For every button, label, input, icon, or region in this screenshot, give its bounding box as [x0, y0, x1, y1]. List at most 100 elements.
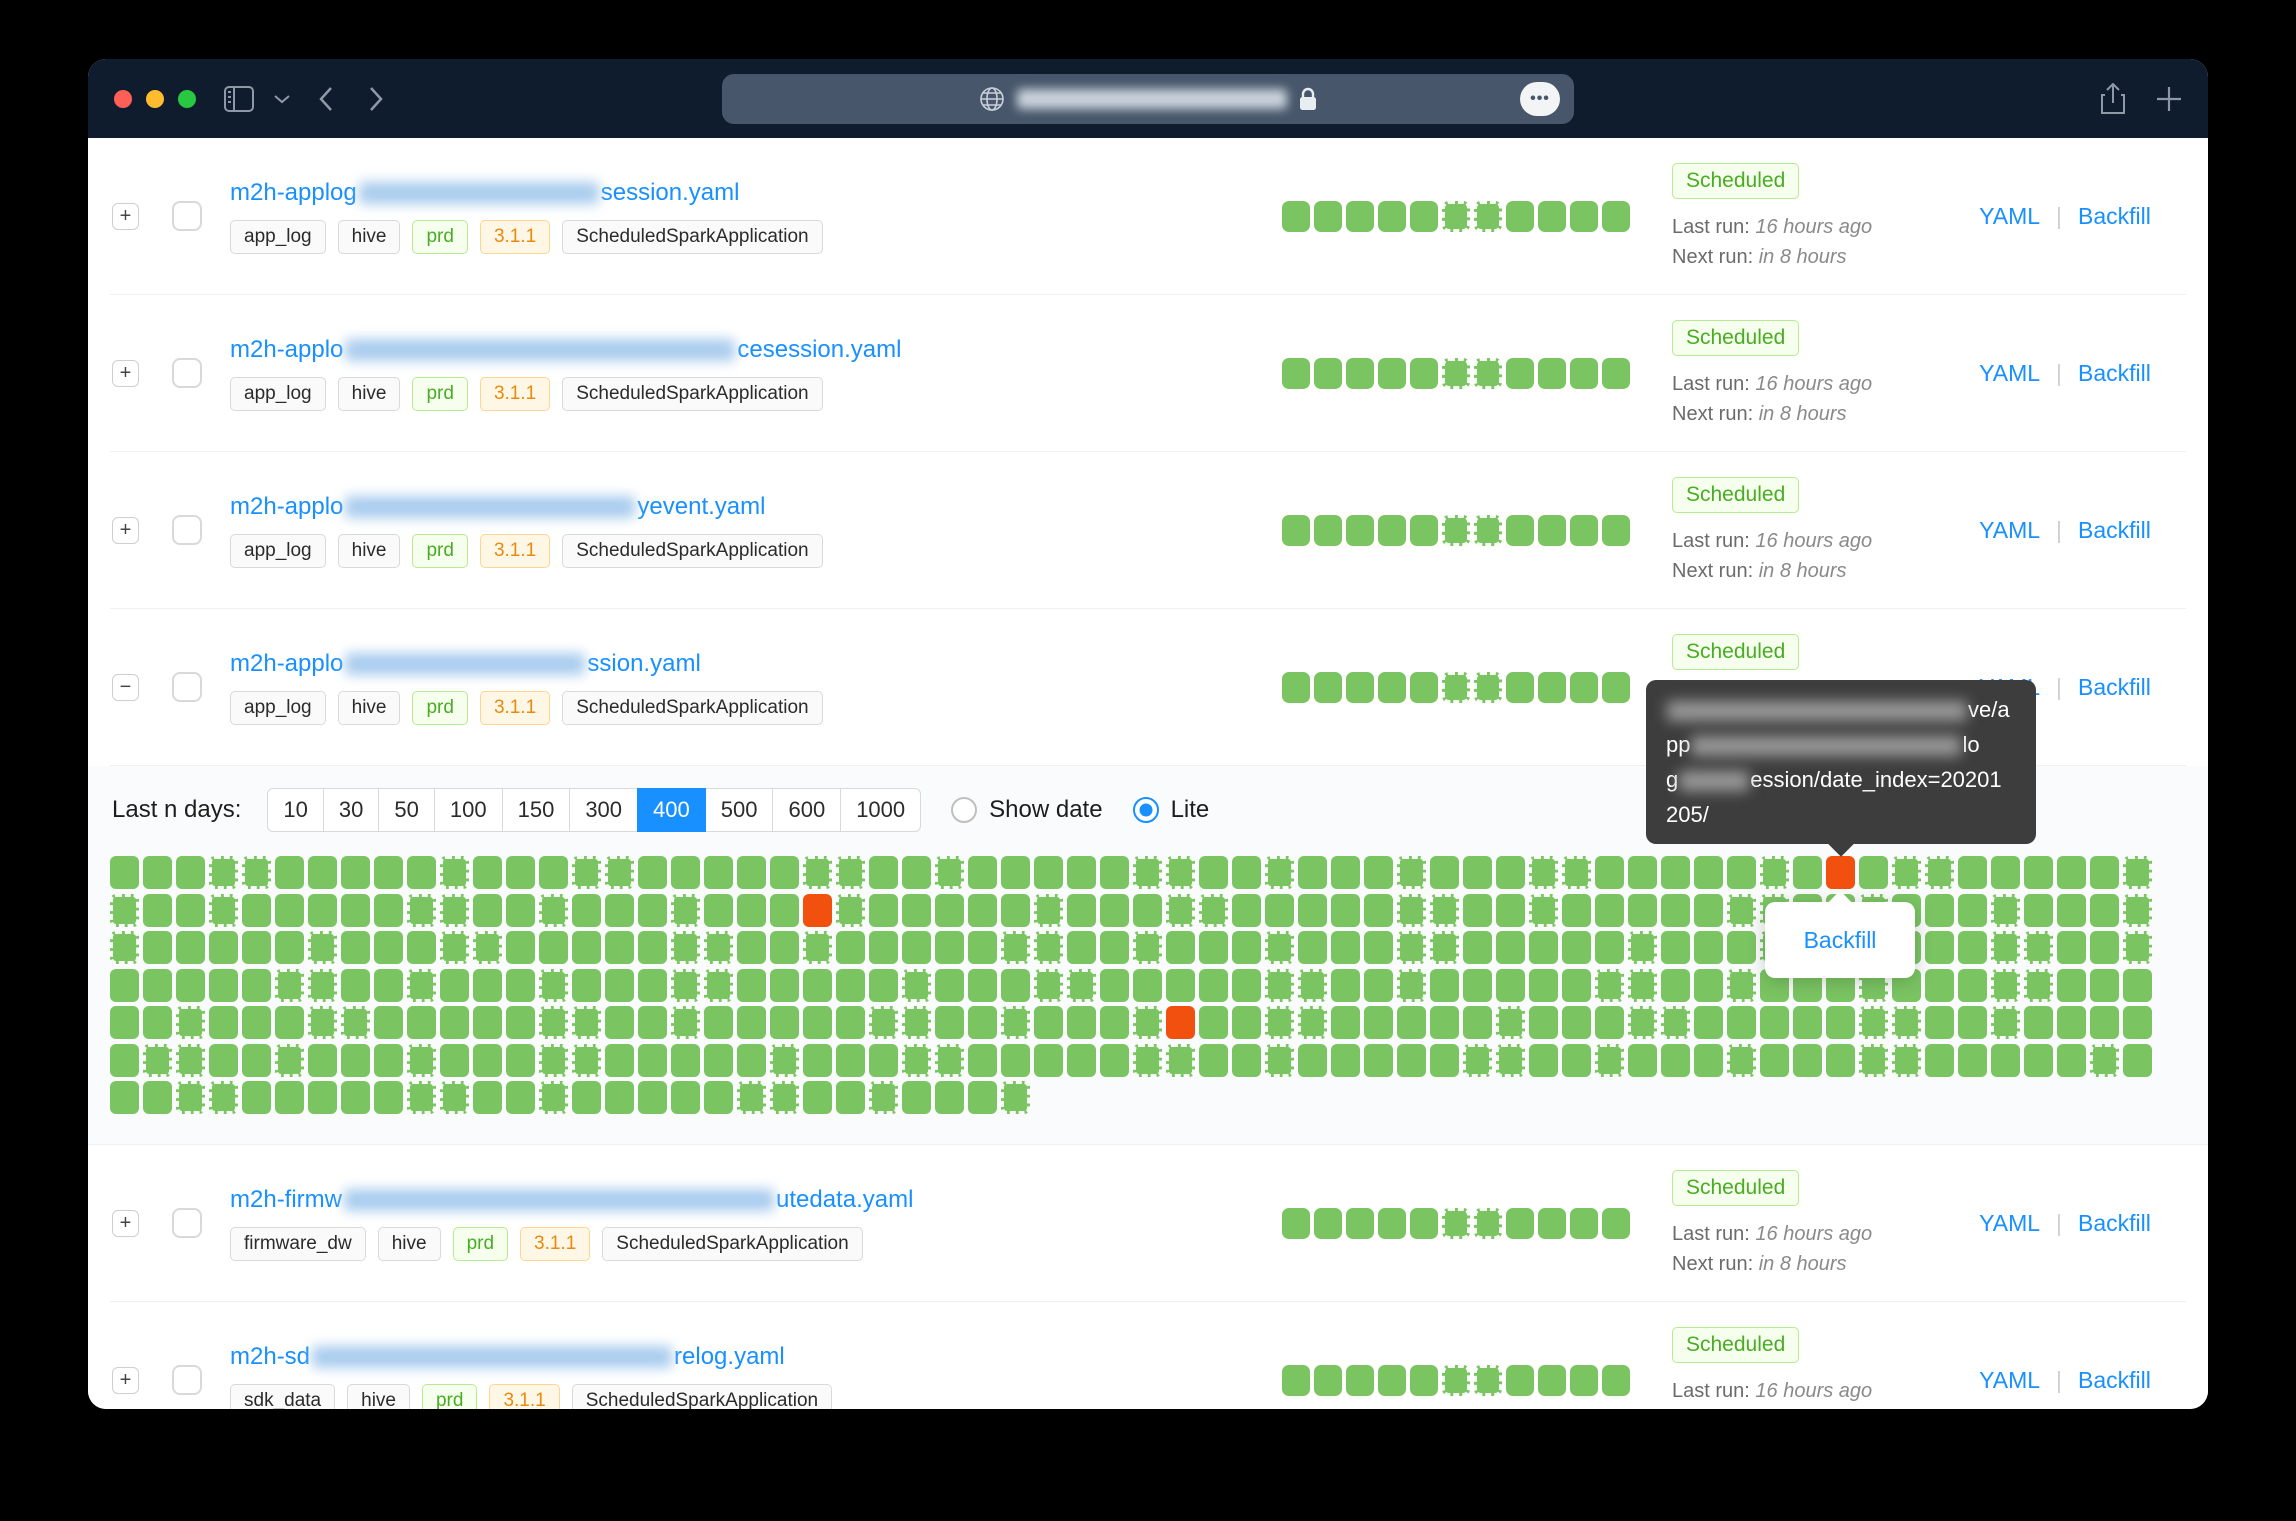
day-cell[interactable]	[1463, 894, 1492, 927]
day-cell[interactable]	[1538, 672, 1566, 703]
day-cell[interactable]	[935, 969, 964, 1002]
day-cell[interactable]	[407, 894, 436, 927]
day-cell[interactable]	[1034, 894, 1063, 927]
day-cell[interactable]	[539, 856, 568, 889]
day-cell[interactable]	[1346, 672, 1374, 703]
day-cell[interactable]	[506, 1081, 535, 1114]
day-cell[interactable]	[275, 1006, 304, 1039]
day-cell[interactable]	[242, 1044, 271, 1077]
day-cell[interactable]	[770, 1044, 799, 1077]
day-cell[interactable]	[1265, 931, 1294, 964]
day-cell[interactable]	[1166, 969, 1195, 1002]
row-checkbox[interactable]	[172, 201, 202, 231]
day-cell[interactable]	[1430, 1006, 1459, 1039]
day-cell[interactable]	[374, 1081, 403, 1114]
day-cell[interactable]	[1378, 515, 1406, 546]
day-cell[interactable]	[704, 969, 733, 1002]
row-title-link[interactable]: m2h-applogsession.yaml	[230, 179, 1282, 207]
day-range-button-100[interactable]: 100	[434, 788, 503, 832]
day-cell[interactable]	[1958, 856, 1987, 889]
day-cell[interactable]	[671, 1006, 700, 1039]
day-cell[interactable]	[1474, 1208, 1502, 1239]
day-cell[interactable]	[308, 931, 337, 964]
day-cell[interactable]	[1506, 201, 1534, 232]
day-cell[interactable]	[803, 969, 832, 1002]
day-cell-failed[interactable]	[1166, 1006, 1195, 1039]
radio-show-date[interactable]: Show date	[951, 796, 1102, 824]
day-cell[interactable]	[1100, 931, 1129, 964]
yaml-link[interactable]: YAML	[1979, 360, 2040, 387]
expand-toggle-button[interactable]: +	[112, 1367, 139, 1394]
day-cell[interactable]	[803, 856, 832, 889]
day-cell[interactable]	[1562, 894, 1591, 927]
day-cell[interactable]	[1506, 515, 1534, 546]
day-cell[interactable]	[1727, 894, 1756, 927]
day-cell[interactable]	[869, 931, 898, 964]
day-cell[interactable]	[1496, 894, 1525, 927]
day-cell[interactable]	[1570, 515, 1598, 546]
day-cell[interactable]	[1925, 1006, 1954, 1039]
day-cell[interactable]	[242, 1081, 271, 1114]
day-cell[interactable]	[737, 969, 766, 1002]
day-cell[interactable]	[968, 894, 997, 927]
day-cell[interactable]	[143, 1081, 172, 1114]
day-cell[interactable]	[1282, 201, 1310, 232]
day-cell[interactable]	[1958, 1006, 1987, 1039]
day-cell[interactable]	[1067, 931, 1096, 964]
expand-toggle-button[interactable]: +	[112, 517, 139, 544]
day-cell[interactable]	[506, 894, 535, 927]
day-cell[interactable]	[1067, 894, 1096, 927]
day-cell[interactable]	[1892, 1044, 1921, 1077]
day-cell[interactable]	[1570, 201, 1598, 232]
day-cell[interactable]	[2024, 856, 2053, 889]
day-range-button-1000[interactable]: 1000	[840, 788, 921, 832]
day-cell[interactable]	[176, 1006, 205, 1039]
day-cell[interactable]	[737, 1081, 766, 1114]
day-cell[interactable]	[242, 1006, 271, 1039]
day-cell[interactable]	[770, 969, 799, 1002]
day-cell[interactable]	[1001, 1081, 1030, 1114]
day-cell[interactable]	[836, 856, 865, 889]
day-cell[interactable]	[143, 856, 172, 889]
day-cell[interactable]	[1694, 894, 1723, 927]
day-cell[interactable]	[110, 856, 139, 889]
day-cell[interactable]	[902, 1006, 931, 1039]
day-cell[interactable]	[506, 969, 535, 1002]
day-cell[interactable]	[1859, 856, 1888, 889]
day-cell[interactable]	[572, 1081, 601, 1114]
day-cell[interactable]	[770, 856, 799, 889]
day-cell[interactable]	[1364, 1006, 1393, 1039]
row-title-link[interactable]: m2h-firmwutedata.yaml	[230, 1186, 1282, 1214]
day-cell[interactable]	[1166, 856, 1195, 889]
day-cell[interactable]	[242, 931, 271, 964]
day-cell[interactable]	[2123, 931, 2152, 964]
day-cell[interactable]	[209, 1006, 238, 1039]
day-cell[interactable]	[1958, 894, 1987, 927]
backfill-link[interactable]: Backfill	[2078, 203, 2151, 230]
day-range-button-150[interactable]: 150	[502, 788, 571, 832]
yaml-link[interactable]: YAML	[1979, 203, 2040, 230]
day-cell[interactable]	[1410, 1208, 1438, 1239]
day-cell[interactable]	[539, 1044, 568, 1077]
day-cell[interactable]	[935, 894, 964, 927]
radio-circle[interactable]	[951, 797, 977, 823]
day-cell[interactable]	[1430, 856, 1459, 889]
day-cell[interactable]	[1001, 1006, 1030, 1039]
radio-lite[interactable]: Lite	[1133, 796, 1210, 824]
backfill-link[interactable]: Backfill	[2078, 1210, 2151, 1237]
day-cell[interactable]	[1859, 1006, 1888, 1039]
day-cell[interactable]	[1474, 201, 1502, 232]
day-cell[interactable]	[2057, 969, 2086, 1002]
day-range-button-10[interactable]: 10	[267, 788, 323, 832]
zoom-window-button[interactable]	[178, 90, 196, 108]
day-cell[interactable]	[1346, 1208, 1374, 1239]
day-cell[interactable]	[209, 931, 238, 964]
day-cell[interactable]	[1925, 931, 1954, 964]
day-cell[interactable]	[407, 1044, 436, 1077]
day-cell[interactable]	[1925, 856, 1954, 889]
yaml-link[interactable]: YAML	[1979, 517, 2040, 544]
day-cell[interactable]	[1628, 894, 1657, 927]
day-cell[interactable]	[308, 894, 337, 927]
day-cell[interactable]	[1034, 1006, 1063, 1039]
day-cell[interactable]	[176, 1081, 205, 1114]
